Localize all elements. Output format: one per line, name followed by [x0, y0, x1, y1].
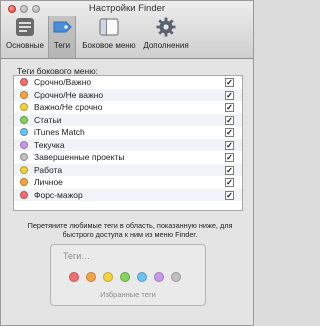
- tag-visible-checkbox[interactable]: ✓: [225, 190, 234, 200]
- tags-menu-placeholder: Теги…: [63, 251, 91, 261]
- tag-visible-checkbox[interactable]: ✓: [225, 78, 234, 87]
- toolbar-general-label: Основные: [6, 41, 44, 50]
- toolbar-tags-tab[interactable]: Теги: [48, 16, 76, 58]
- toolbar-advanced-tab[interactable]: Дополнения: [141, 16, 191, 58]
- tag-name: Срочно/Важно: [34, 77, 92, 88]
- tag-color-dot: [20, 140, 28, 149]
- tag-name: Личное: [34, 177, 63, 188]
- tag-color-dot: [20, 190, 28, 199]
- tag-visible-checkbox[interactable]: ✓: [225, 128, 234, 137]
- tag-row[interactable]: iTunes Match ✓: [14, 126, 242, 139]
- tag-color-dot: [20, 128, 28, 137]
- tag-visible-checkbox[interactable]: ✓: [225, 140, 234, 150]
- tag-name: Срочно/Не важно: [34, 89, 104, 100]
- general-icon: [16, 18, 34, 36]
- tag-color-dot: [20, 90, 28, 99]
- tag-visible-checkbox[interactable]: ✓: [225, 90, 234, 100]
- tag-row[interactable]: Личное ✓: [14, 176, 242, 189]
- favorite-tag-dot[interactable]: [171, 272, 181, 282]
- tag-row[interactable]: Срочно/Важно ✓: [14, 76, 242, 89]
- tag-name: Важно/Не срочно: [34, 102, 103, 113]
- favorites-hint-text: Перетяните любимые теги в область, показ…: [27, 221, 233, 239]
- tag-row[interactable]: Работа ✓: [14, 163, 242, 176]
- tag-visible-checkbox[interactable]: ✓: [225, 103, 234, 112]
- sidebar-tags-list: Срочно/Важно ✓ Срочно/Не важно ✓ Важно/Н…: [13, 75, 243, 211]
- tag-name: Завершенные проекты: [34, 152, 125, 163]
- tag-color-dot: [20, 78, 28, 87]
- tag-color-dot: [20, 178, 28, 187]
- tag-row[interactable]: Статьи ✓: [14, 113, 242, 126]
- tag-name: Статьи: [34, 114, 62, 125]
- tag-row[interactable]: Важно/Не срочно ✓: [14, 101, 242, 114]
- tag-row[interactable]: Форс-мажор ✓: [14, 188, 242, 201]
- tag-visible-checkbox[interactable]: ✓: [225, 115, 234, 125]
- tag-color-dot: [20, 153, 28, 162]
- title-bar: Настройки Finder Основные Теги Боковое м…: [1, 1, 253, 59]
- tags-icon: [53, 21, 72, 33]
- tag-row[interactable]: Завершенные проекты ✓: [14, 151, 242, 164]
- favorite-tag-dot[interactable]: [120, 272, 130, 282]
- favorite-tag-dots: [69, 272, 181, 282]
- favorite-tag-dot[interactable]: [154, 272, 164, 282]
- favorite-tag-dot[interactable]: [69, 272, 79, 282]
- toolbar-general-tab[interactable]: Основные: [3, 16, 47, 58]
- tag-name: Форс-мажор: [34, 189, 83, 200]
- window-title: Настройки Finder: [88, 3, 166, 14]
- tag-visible-checkbox[interactable]: ✓: [225, 165, 234, 175]
- toolbar-sidebar-tab[interactable]: Боковое меню: [78, 16, 140, 58]
- tag-visible-checkbox[interactable]: ✓: [225, 153, 234, 162]
- tag-row[interactable]: Срочно/Не важно ✓: [14, 88, 242, 101]
- advanced-gear-icon: [156, 17, 176, 37]
- tag-color-dot: [20, 103, 28, 112]
- finder-preferences-window: Настройки Finder Основные Теги Боковое м…: [0, 0, 254, 326]
- tag-name: Текучка: [34, 139, 65, 150]
- toolbar-tags-label: Теги: [53, 41, 71, 50]
- favorite-tag-dot[interactable]: [103, 272, 113, 282]
- favorite-tag-dot[interactable]: [86, 272, 96, 282]
- tag-visible-checkbox[interactable]: ✓: [225, 178, 234, 187]
- toolbar-sidebar-label: Боковое меню: [82, 41, 136, 50]
- tag-color-dot: [20, 115, 28, 124]
- empty-row: [14, 201, 242, 210]
- favorite-tags-caption: Избранные теги: [100, 290, 156, 299]
- sidebar-icon: [99, 18, 119, 36]
- toolbar-advanced-label: Дополнения: [143, 41, 189, 50]
- tag-row[interactable]: Текучка ✓: [14, 138, 242, 151]
- tag-color-dot: [20, 165, 28, 174]
- favorite-tags-area[interactable]: Теги… Избранные теги: [50, 244, 206, 306]
- favorite-tag-dot[interactable]: [137, 272, 147, 282]
- tag-name: iTunes Match: [34, 127, 85, 138]
- tag-name: Работа: [34, 164, 63, 175]
